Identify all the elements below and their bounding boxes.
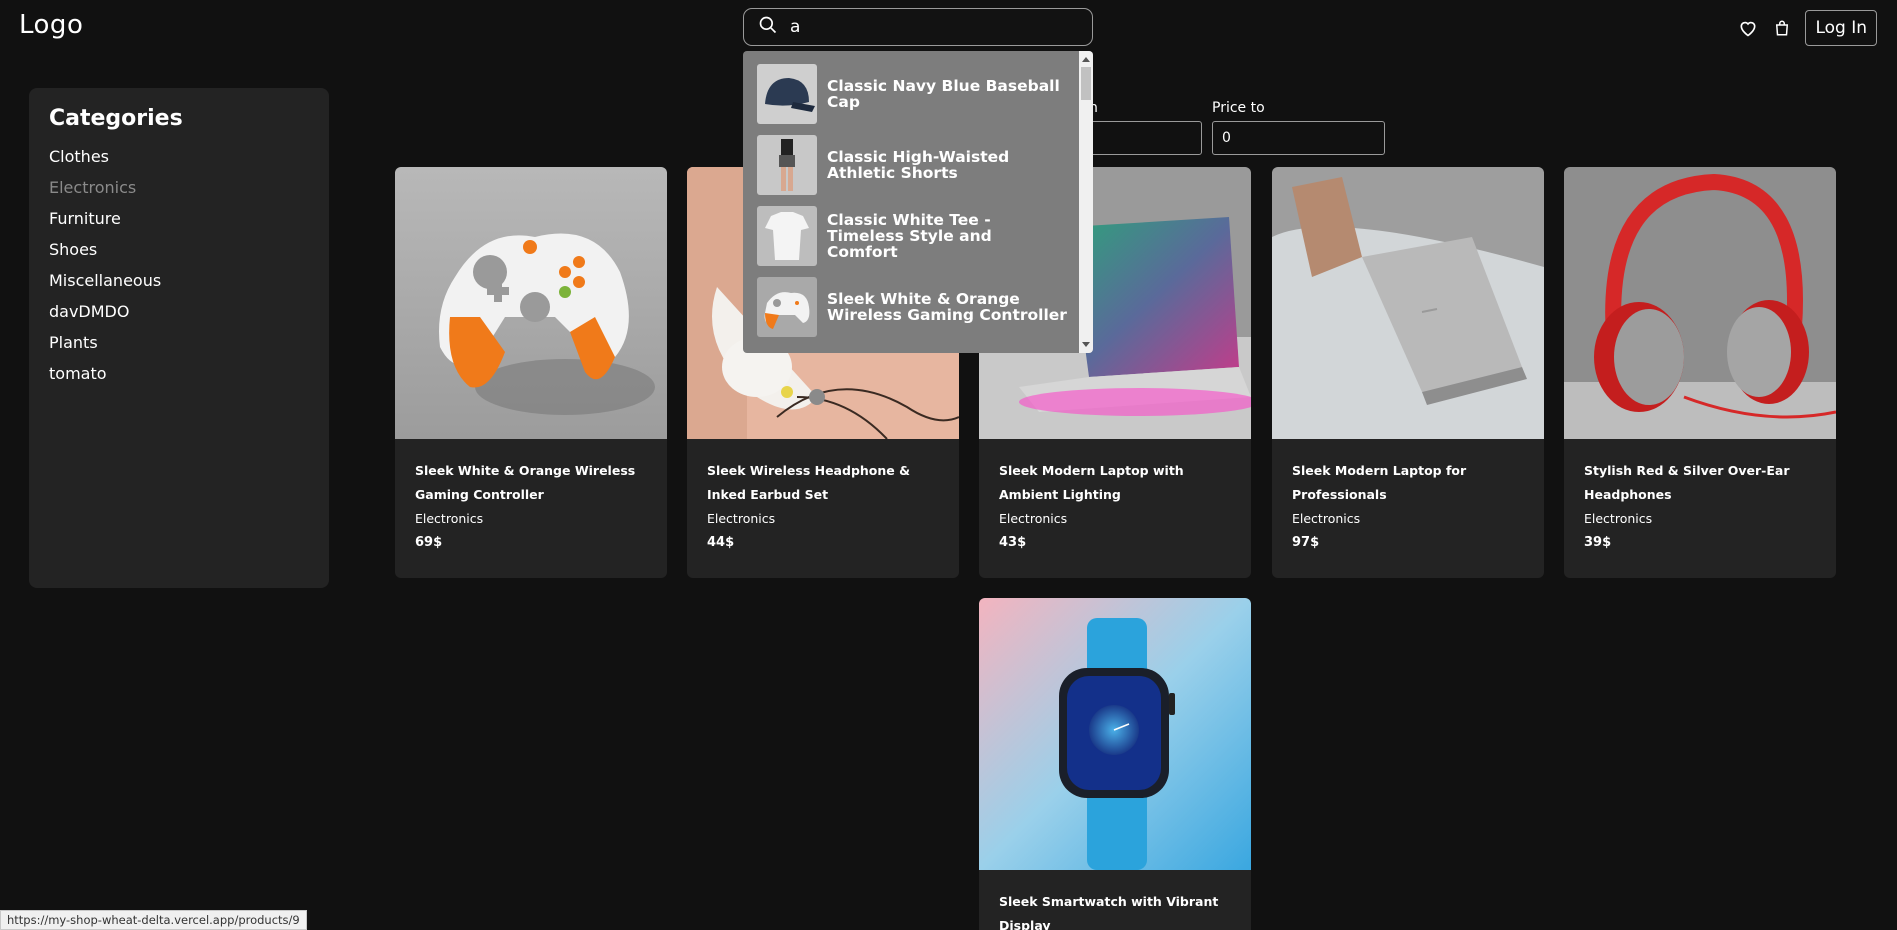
- result-thumbnail: [757, 135, 817, 195]
- sidebar-item-shoes[interactable]: Shoes: [49, 234, 309, 265]
- search-bar[interactable]: [743, 8, 1093, 46]
- categories-title: Categories: [49, 106, 183, 131]
- sidebar-item-furniture[interactable]: Furniture: [49, 203, 309, 234]
- sidebar-item-miscellaneous[interactable]: Miscellaneous: [49, 265, 309, 296]
- product-category: Electronics: [999, 511, 1068, 526]
- product-card[interactable]: Sleek White & Orange Wireless Gaming Con…: [395, 167, 667, 578]
- product-image-smartwatch[interactable]: [979, 598, 1251, 870]
- categories-sidebar: Categories Clothes Electronics Furniture…: [29, 88, 329, 588]
- product-image-red-headphones[interactable]: [1564, 167, 1836, 439]
- result-title[interactable]: Sleek White & Orange Wireless Gaming Con…: [827, 291, 1067, 323]
- product-title[interactable]: Sleek Modern Laptop with Ambient Lightin…: [999, 459, 1231, 507]
- search-result-item[interactable]: Sleek White & Orange Wireless Gaming Con…: [757, 276, 1067, 338]
- product-category: Electronics: [1292, 511, 1361, 526]
- search-result-item[interactable]: Classic White Tee - Timeless Style and C…: [757, 205, 1067, 267]
- product-category: Electronics: [707, 511, 776, 526]
- product-title[interactable]: Sleek White & Orange Wireless Gaming Con…: [415, 459, 647, 507]
- result-thumbnail: [757, 277, 817, 337]
- result-title[interactable]: Classic White Tee - Timeless Style and C…: [827, 212, 1067, 260]
- search-input[interactable]: [790, 17, 1080, 37]
- sidebar-item-tomato[interactable]: tomato: [49, 358, 309, 389]
- heart-icon[interactable]: [1737, 17, 1759, 39]
- product-title[interactable]: Sleek Modern Laptop for Professionals: [1292, 459, 1524, 507]
- product-price: 43$: [999, 535, 1027, 550]
- search-icon: [758, 15, 778, 39]
- status-bar-url: https://my-shop-wheat-delta.vercel.app/p…: [0, 910, 307, 930]
- result-title[interactable]: Classic High-Waisted Athletic Shorts: [827, 149, 1067, 181]
- search-result-item[interactable]: Classic Navy Blue Baseball Cap: [757, 63, 1067, 125]
- price-to-input[interactable]: 0: [1212, 121, 1385, 155]
- product-card[interactable]: Sleek Modern Laptop for Professionals El…: [1272, 167, 1544, 578]
- scroll-down-arrow-icon[interactable]: [1082, 342, 1090, 347]
- result-title[interactable]: Classic Navy Blue Baseball Cap: [827, 78, 1067, 110]
- product-price: 44$: [707, 535, 735, 550]
- result-thumbnail: [757, 206, 817, 266]
- product-title[interactable]: Sleek Wireless Headphone & Inked Earbud …: [707, 459, 939, 507]
- product-image-gaming-controller[interactable]: [395, 167, 667, 439]
- sidebar-item-plants[interactable]: Plants: [49, 327, 309, 358]
- product-price: 69$: [415, 535, 443, 550]
- logo[interactable]: Logo: [19, 10, 83, 40]
- product-category: Electronics: [415, 511, 484, 526]
- login-button[interactable]: Log In: [1805, 10, 1877, 46]
- sidebar-item-davdmdo[interactable]: davDMDO: [49, 296, 309, 327]
- product-card[interactable]: Stylish Red & Silver Over-Ear Headphones…: [1564, 167, 1836, 578]
- scroll-up-arrow-icon[interactable]: [1082, 57, 1090, 62]
- dropdown-scrollbar[interactable]: [1079, 51, 1093, 353]
- search-result-item[interactable]: Classic High-Waisted Athletic Shorts: [757, 134, 1067, 196]
- shopping-bag-icon[interactable]: [1771, 17, 1793, 39]
- product-category: Electronics: [1584, 511, 1653, 526]
- scrollbar-thumb[interactable]: [1081, 67, 1091, 100]
- product-image-laptop-professionals[interactable]: [1272, 167, 1544, 439]
- product-title[interactable]: Sleek Smartwatch with Vibrant Display: [999, 890, 1231, 930]
- result-thumbnail: [757, 64, 817, 124]
- price-from-input[interactable]: [1080, 121, 1202, 155]
- product-price: 39$: [1584, 535, 1612, 550]
- product-price: 97$: [1292, 535, 1320, 550]
- search-results-dropdown: Classic Navy Blue Baseball Cap Classic H…: [743, 51, 1093, 353]
- product-title[interactable]: Stylish Red & Silver Over-Ear Headphones: [1584, 459, 1816, 507]
- sidebar-item-clothes[interactable]: Clothes: [49, 141, 309, 172]
- sidebar-item-electronics[interactable]: Electronics: [49, 172, 309, 203]
- product-card[interactable]: Sleek Smartwatch with Vibrant Display: [979, 598, 1251, 930]
- price-to-label: Price to: [1212, 100, 1265, 116]
